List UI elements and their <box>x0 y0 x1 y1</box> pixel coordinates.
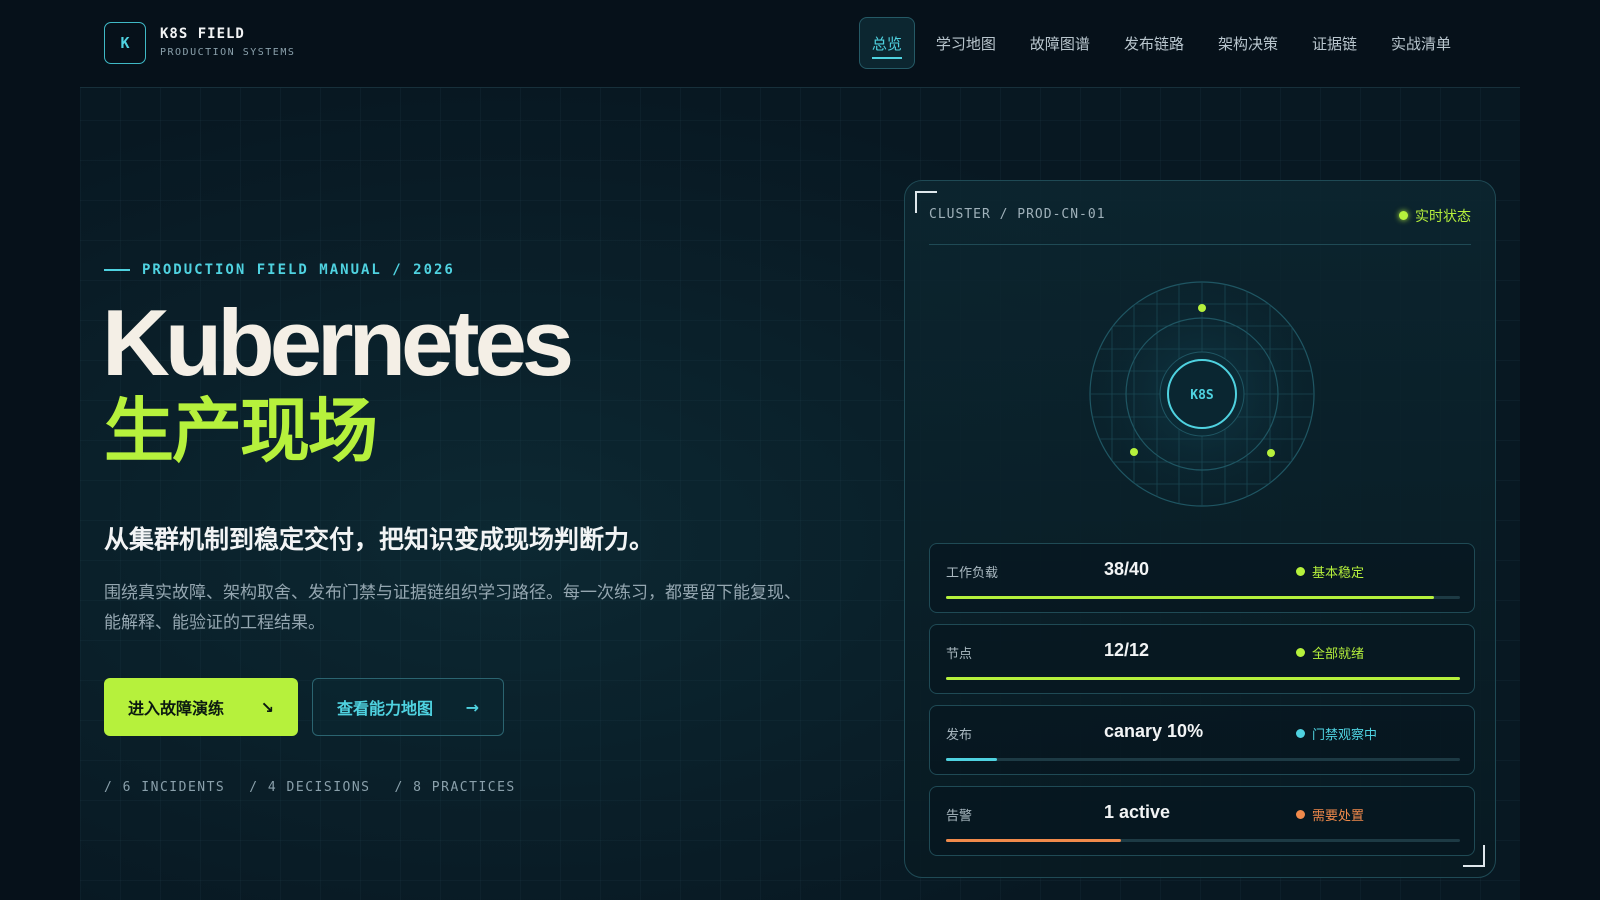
brand-logo-icon[interactable]: K <box>104 22 146 64</box>
progress-track <box>946 839 1460 842</box>
metric-status-label: 需要处置 <box>1312 809 1365 824</box>
brand-title: K8S FIELD <box>160 26 245 42</box>
k8s-core-label: K8S <box>1190 388 1214 403</box>
arrow-down-right-icon: ↘ <box>260 697 274 717</box>
metric-status-label: 门禁观察中 <box>1312 728 1378 743</box>
top-navigation-bar: K K8S FIELD PRODUCTION SYSTEMS 总览 学习地图 故… <box>80 0 1520 88</box>
progress-fill <box>946 677 1460 680</box>
cluster-radar-graphic: K8S <box>1089 281 1315 507</box>
metric-value: 12/12 <box>1104 640 1150 660</box>
nav-item-evidence-chain[interactable]: 证据链 <box>1299 17 1370 69</box>
brand-subtitle: PRODUCTION SYSTEMS <box>160 47 296 58</box>
eyebrow-text: PRODUCTION FIELD MANUAL / 2026 <box>142 262 455 278</box>
status-dot-icon <box>1296 648 1305 657</box>
node-dot-top <box>1198 304 1206 312</box>
nav-item-architecture-decisions[interactable]: 架构决策 <box>1205 17 1291 69</box>
metric-status: 基本稳定 <box>1296 562 1364 581</box>
stat-incidents: / 6 INCIDENTS <box>104 780 226 795</box>
view-capability-map-label: 查看能力地图 <box>337 699 434 718</box>
stat-practices: / 8 PRACTICES <box>394 780 516 795</box>
arrow-right-icon: → <box>465 697 479 717</box>
hero-description: 围绕真实故障、架构取舍、发布门禁与证据链组织学习路径。每一次练习，都要留下能复现… <box>104 583 801 633</box>
hero-title: Kubernetes <box>102 290 574 395</box>
nav-item-release-pipeline[interactable]: 发布链路 <box>1111 17 1197 69</box>
metric-value: 38/40 <box>1104 559 1150 579</box>
hero-eyebrow: PRODUCTION FIELD MANUAL / 2026 <box>104 262 455 278</box>
metric-status: 全部就绪 <box>1296 643 1364 662</box>
nav-item-incident-atlas[interactable]: 故障图谱 <box>1017 17 1103 69</box>
metric-value: canary 10% <box>1104 721 1204 741</box>
live-status-label: 实时状态 <box>1415 209 1471 225</box>
progress-fill <box>946 758 998 761</box>
start-drill-button[interactable]: 进入故障演练 ↘ <box>104 678 298 736</box>
metric-label: 节点 <box>946 647 973 662</box>
brand-mark: K <box>120 34 130 52</box>
metric-status-label: 基本稳定 <box>1312 566 1365 581</box>
cluster-label: CLUSTER / PROD-CN-01 <box>929 207 1106 222</box>
progress-track <box>946 677 1460 680</box>
metric-label: 工作负载 <box>946 566 999 581</box>
live-status-dot-icon <box>1399 211 1408 220</box>
metric-card-nodes: 节点 12/12 全部就绪 <box>929 624 1475 694</box>
metric-card-workloads: 工作负载 38/40 基本稳定 <box>929 543 1475 613</box>
main-nav: 总览 学习地图 故障图谱 发布链路 架构决策 证据链 实战清单 <box>858 17 1464 69</box>
start-drill-label: 进入故障演练 <box>128 699 225 718</box>
status-dot-icon <box>1296 810 1305 819</box>
metric-status: 需要处置 <box>1296 805 1364 824</box>
eyebrow-line <box>104 269 130 271</box>
metric-label: 发布 <box>946 728 973 743</box>
node-dot-right <box>1267 449 1275 457</box>
progress-track <box>946 758 1460 761</box>
progress-fill <box>946 596 1435 599</box>
status-dot-icon <box>1296 567 1305 576</box>
metric-status-label: 全部就绪 <box>1312 647 1365 662</box>
hero-headline: 从集群机制到稳定交付，把知识变成现场判断力。 <box>104 525 655 554</box>
stat-decisions: / 4 DECISIONS <box>249 780 371 795</box>
live-status: 实时状态 <box>1399 203 1471 244</box>
hero-stats: / 6 INCIDENTS / 4 DECISIONS / 8 PRACTICE… <box>104 780 516 795</box>
node-dot-left <box>1130 448 1138 456</box>
metric-card-release: 发布 canary 10% 门禁观察中 <box>929 705 1475 775</box>
metric-label: 告警 <box>946 809 973 824</box>
metric-value: 1 active <box>1104 802 1171 822</box>
nav-item-overview[interactable]: 总览 <box>858 17 915 69</box>
panel-header: CLUSTER / PROD-CN-01 实时状态 <box>929 203 1471 245</box>
nav-item-practice-checklist[interactable]: 实战清单 <box>1378 17 1464 69</box>
progress-track <box>946 596 1460 599</box>
metric-card-alerts: 告警 1 active 需要处置 <box>929 786 1475 856</box>
nav-item-learning-map[interactable]: 学习地图 <box>923 17 1009 69</box>
cluster-status-panel: CLUSTER / PROD-CN-01 实时状态 K8S 工作负载 38/40… <box>904 180 1496 878</box>
metric-status: 门禁观察中 <box>1296 724 1377 743</box>
hero-title-cn: 生产现场 <box>104 390 378 472</box>
status-dot-icon <box>1296 729 1305 738</box>
view-capability-map-button[interactable]: 查看能力地图 → <box>312 678 504 736</box>
progress-fill <box>946 839 1121 842</box>
